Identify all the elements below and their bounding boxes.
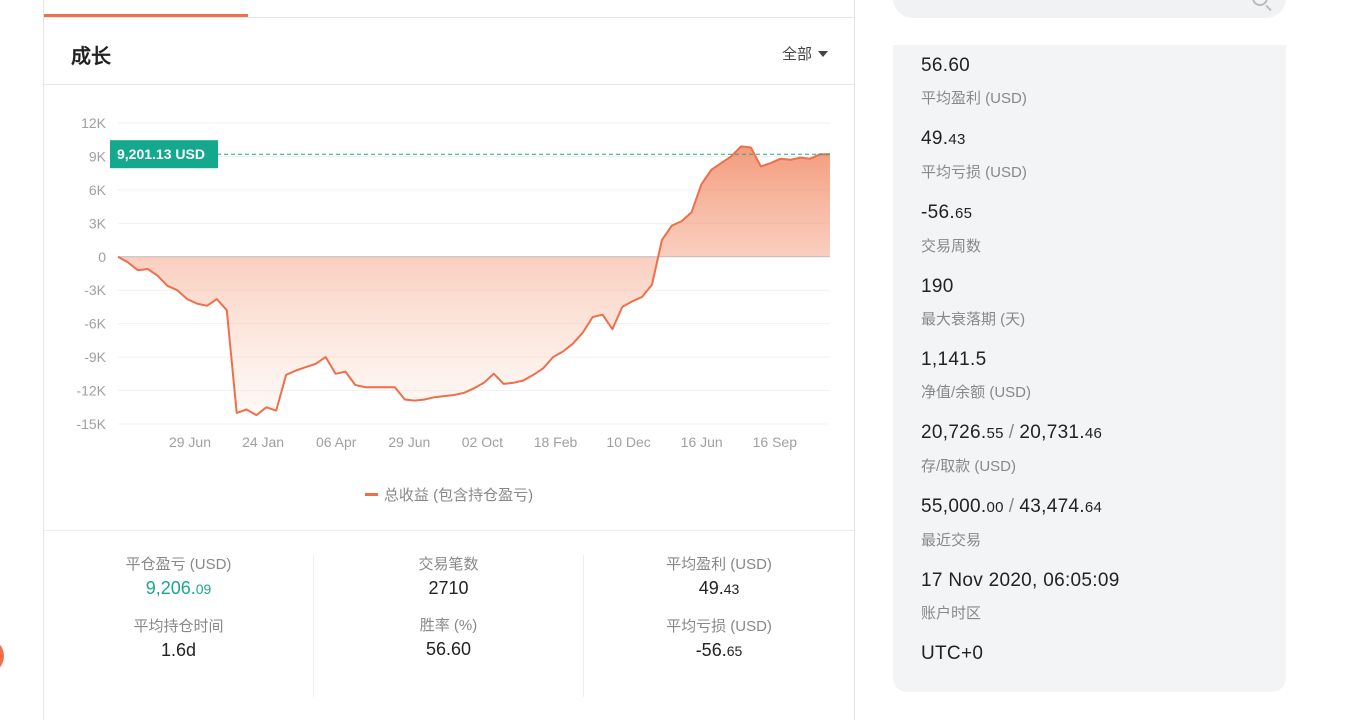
y-axis: 12K 9K 6K 3K 0 -3K -6K -9K -12K -15K — [76, 115, 106, 432]
account-info-list: 56.60 平均盈利 (USD) 49.43 平均亏损 (USD) -56.65… — [921, 53, 1261, 667]
x-tick-label: 10 Dec — [606, 434, 650, 450]
avg-loss-label: 平均亏损 (USD) — [666, 618, 772, 635]
y-tick-label: -15K — [76, 416, 106, 432]
y-tick-label: 12K — [81, 115, 107, 131]
x-tick-label: 29 Jun — [169, 434, 211, 450]
x-axis: 29 Jun 24 Jan 06 Apr 29 Jun 02 Oct 18 Feb 10 D… — [169, 434, 797, 450]
trades-value: 2710 — [428, 578, 469, 598]
deposits-value: 55,000.00/43,474.64 — [921, 494, 1261, 521]
avg-loss-value: -56.65 — [584, 637, 854, 664]
avg-profit-label: 平均盈利 (USD) — [666, 556, 772, 573]
timezone-value: UTC+0 — [921, 643, 984, 664]
growth-chart: 12K 9K 6K 3K 0 -3K -6K -9K -12K -15K 29 Jun 24 Jan… — [76, 115, 830, 450]
x-tick-label: 16 Sep — [753, 434, 798, 450]
balance-int: 20,731. — [1019, 422, 1085, 443]
max-drawdown-value: 1,141.5 — [921, 349, 987, 370]
range-dropdown[interactable]: 全部 — [782, 43, 828, 64]
legend-label: 总收益 (包含持仓盈亏) — [383, 487, 534, 504]
search-icon[interactable] — [1252, 0, 1268, 6]
x-tick-label: 06 Apr — [316, 434, 357, 450]
deposits-int: 55,000. — [921, 496, 987, 517]
account-info-panel: 56.60 平均盈利 (USD) 49.43 平均亏损 (USD) -56.65… — [893, 45, 1286, 692]
x-tick-label: 29 Jun — [388, 434, 430, 450]
growth-title: 成长 — [71, 46, 111, 68]
series-area-fill — [118, 146, 830, 416]
balance-cents: 46 — [1084, 425, 1103, 442]
search-input[interactable] — [893, 0, 1286, 18]
floating-chat-button[interactable] — [0, 638, 4, 674]
trade-stats: 平仓盈亏 (USD) 9,206.09 平均持仓时间 1.6d 交易笔数 271… — [44, 530, 854, 720]
deposits-separator: / — [1008, 496, 1015, 517]
equity-separator: / — [1008, 422, 1015, 443]
stats-column-3: 平均盈利 (USD) 49.43 平均亏损 (USD) -56.65 — [584, 555, 854, 679]
stats-column-1: 平仓盈亏 (USD) 9,206.09 平均持仓时间 1.6d — [44, 555, 314, 697]
avg-profit-value: 49.43 — [584, 575, 854, 602]
equity-int: 20,726. — [921, 422, 987, 443]
win-rate-top-value: 56.60 — [921, 55, 971, 76]
win-rate-label: 胜率 (%) — [419, 617, 478, 634]
stats-column-2: 交易笔数 2710 胜率 (%) 56.60 — [314, 555, 584, 697]
x-tick-label: 18 Feb — [534, 434, 578, 450]
caret-down-icon — [818, 51, 828, 57]
avg-profit-int: 49. — [698, 578, 724, 598]
y-tick-label: -3K — [84, 282, 106, 298]
avg-hold-value: 1.6d — [160, 640, 197, 660]
last-trade-label: 最近交易 — [921, 532, 982, 549]
trading-weeks-label: 交易周数 — [921, 238, 982, 255]
avg-loss-int: -56. — [921, 202, 955, 223]
trading-weeks-value: 190 — [921, 276, 954, 297]
tab-strip — [44, 0, 854, 18]
y-tick-label: 3K — [89, 215, 107, 231]
growth-card: 成长 全部 12K 9K 6K 3K 0 -3K -6K -9K -12K -15K 29 Jun… — [43, 0, 855, 720]
chart-legend[interactable]: 总收益 (包含持仓盈亏) — [44, 484, 854, 505]
x-tick-label: 24 Jan — [242, 434, 284, 450]
equity-balance-label: 净值/余额 (USD) — [921, 384, 1031, 401]
avg-loss-int: -56. — [695, 640, 727, 660]
withdrawals-cents: 64 — [1084, 499, 1103, 516]
avg-loss-cents: 65 — [726, 643, 743, 659]
closed-pnl-label: 平仓盈亏 (USD) — [125, 556, 232, 573]
closed-pnl-int: 9,206. — [145, 578, 196, 598]
equity-cents: 55 — [986, 425, 1004, 442]
y-tick-label: -9K — [84, 349, 106, 365]
avg-hold-label: 平均持仓时间 — [133, 618, 224, 635]
y-tick-label: 9K — [89, 148, 107, 164]
withdrawals-int: 43,474. — [1019, 496, 1085, 517]
last-trade-value: 17 Nov 2020, 06:05:09 — [921, 570, 1120, 591]
active-tab-indicator[interactable] — [44, 14, 248, 17]
range-dropdown-label: 全部 — [781, 46, 812, 63]
y-tick-label: -6K — [84, 316, 106, 332]
avg-profit-cents: 43 — [723, 581, 740, 597]
avg-loss-cents: 65 — [954, 205, 973, 222]
avg-profit-value: 49.43 — [921, 126, 1261, 153]
closed-pnl-cents: 09 — [195, 581, 212, 597]
growth-header: 成长 全部 — [44, 18, 854, 85]
x-tick-label: 16 Jun — [681, 434, 723, 450]
avg-loss-value: -56.65 — [921, 200, 1261, 227]
y-tick-label: 6K — [89, 182, 107, 198]
deposits-label: 存/取款 (USD) — [921, 458, 1016, 475]
legend-swatch — [364, 493, 378, 496]
y-tick-label: 0 — [98, 249, 106, 265]
win-rate-value: 56.60 — [425, 639, 472, 659]
x-tick-label: 02 Oct — [462, 434, 503, 450]
closed-pnl-value: 9,206.09 — [44, 575, 313, 602]
current-value-tooltip-text: 9,201.13 USD — [117, 146, 205, 162]
avg-profit-int: 49. — [921, 128, 949, 149]
equity-balance-value: 20,726.55/20,731.46 — [921, 420, 1261, 447]
avg-loss-label: 平均亏损 (USD) — [921, 164, 1027, 181]
deposits-cents: 00 — [986, 499, 1004, 516]
avg-profit-label: 平均盈利 (USD) — [921, 90, 1027, 107]
max-drawdown-label: 最大衰落期 (天) — [921, 311, 1026, 328]
y-tick-label: -12K — [76, 383, 106, 399]
timezone-label: 账户时区 — [921, 605, 982, 622]
trades-label: 交易笔数 — [418, 556, 479, 573]
avg-profit-cents: 43 — [948, 131, 966, 148]
